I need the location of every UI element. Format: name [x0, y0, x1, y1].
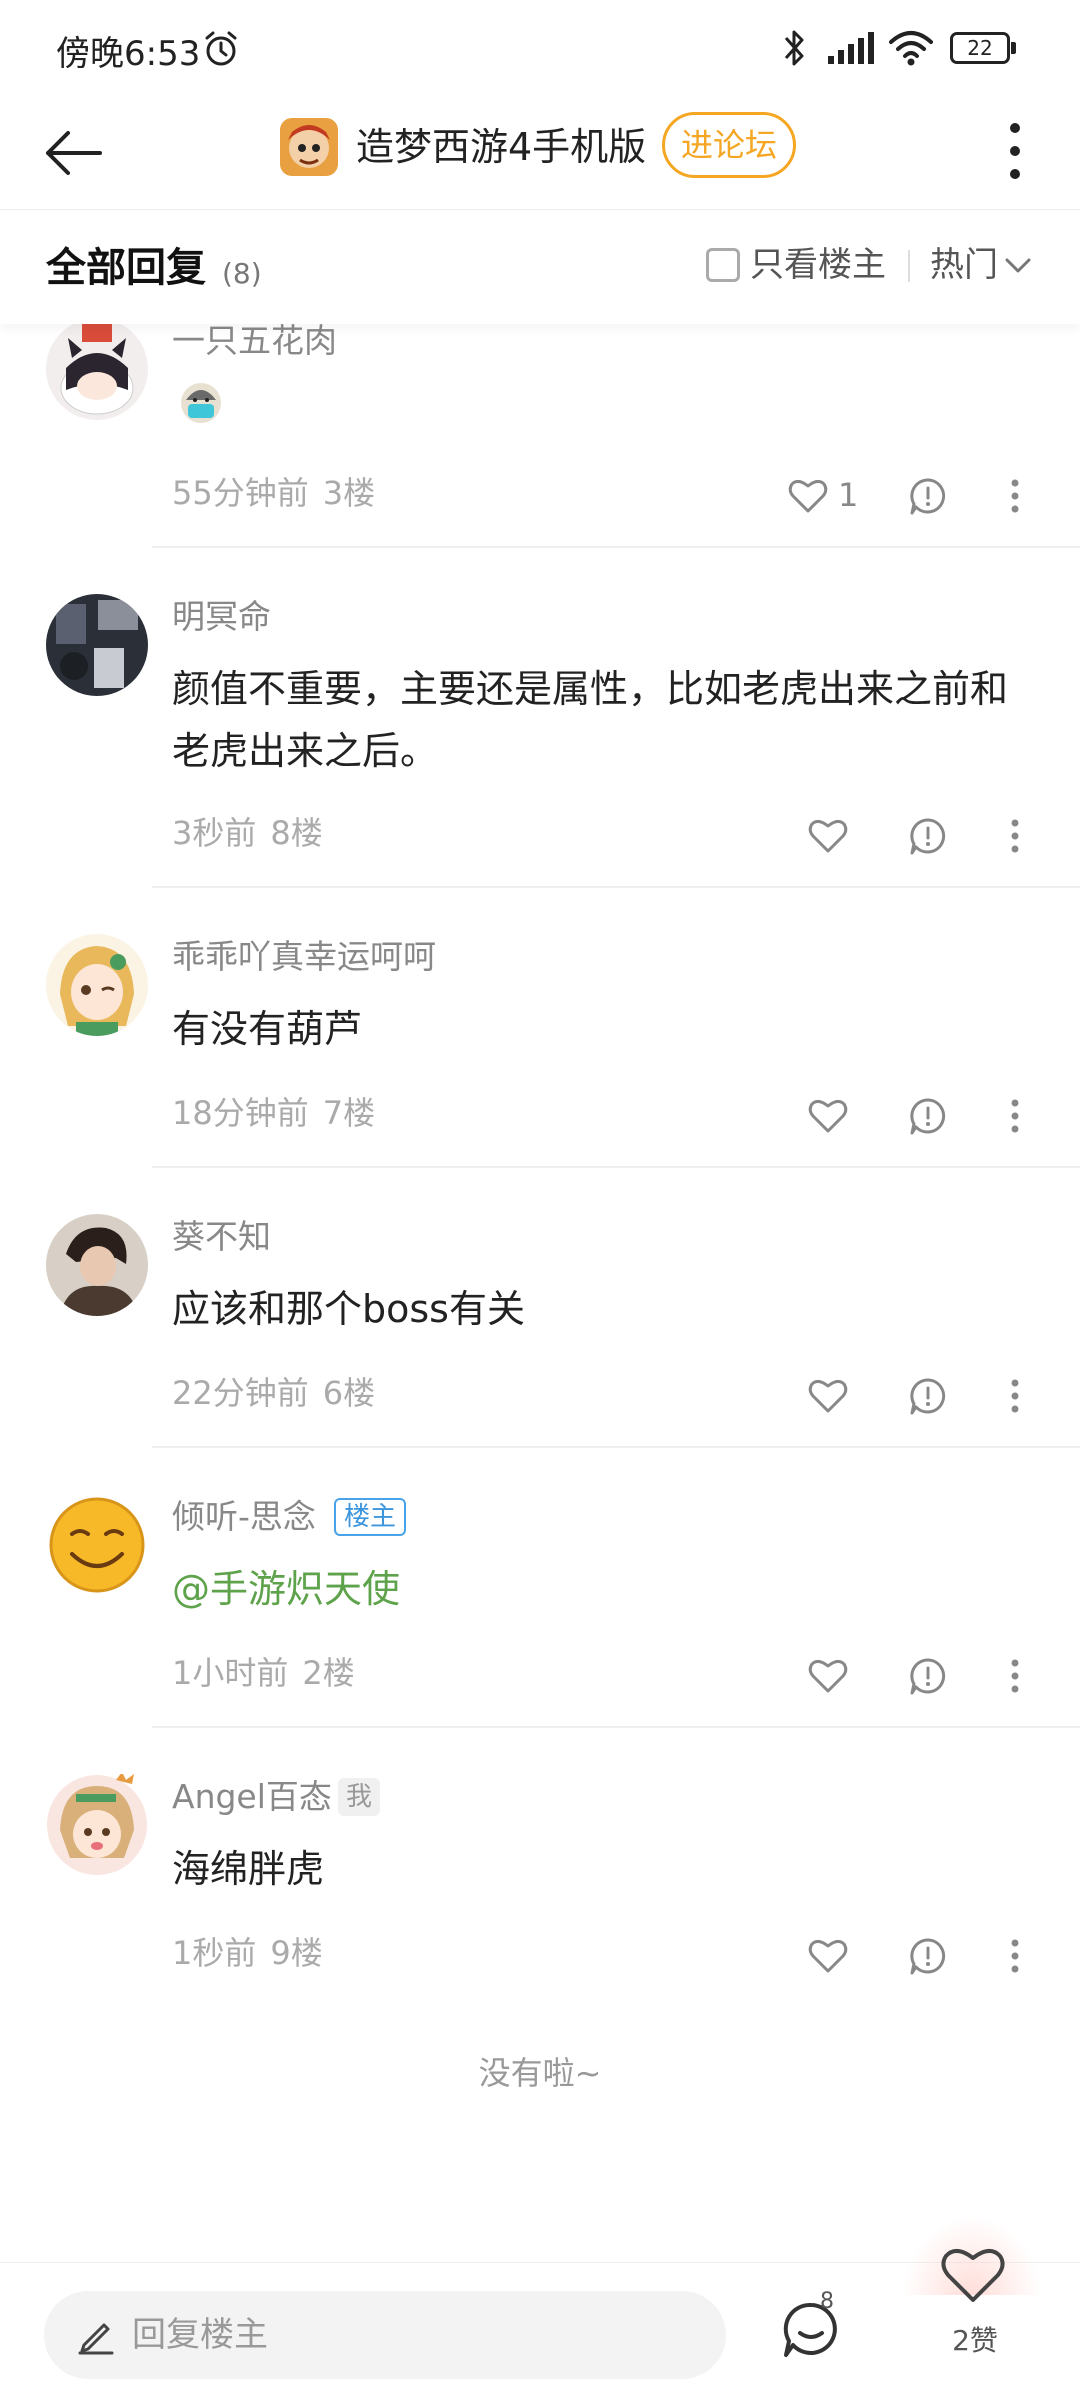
comment-text: 颜值不重要，主要还是属性，比如老虎出来之前和老虎出来之后。: [172, 667, 1009, 773]
comment-item: 葵不知 应该和那个boss有关 22分钟前 6楼: [0, 1168, 1080, 1448]
forum-title[interactable]: 造梦西游4手机版: [356, 120, 646, 174]
reply-bubble-icon[interactable]: [908, 1096, 948, 1136]
comment-username[interactable]: 倾听-思念: [172, 1494, 316, 1540]
comment-floor: 7楼: [322, 1094, 376, 1132]
comment-meta: 1小时前 2楼: [172, 1650, 355, 1696]
end-of-list-text: 没有啦~: [478, 2054, 602, 2092]
comment-more-icon[interactable]: [1009, 1378, 1021, 1414]
comment-more-icon[interactable]: [1009, 1938, 1021, 1974]
reply-input[interactable]: 回复楼主: [44, 2291, 726, 2379]
comment-item: 一只五花肉 55分钟前 3楼 1: [0, 300, 1080, 548]
replies-count: (8): [222, 257, 262, 290]
divider: [908, 250, 910, 282]
status-bar: 傍晚6:53 22: [0, 0, 1080, 96]
comments-count-badge: 8: [820, 2289, 834, 2314]
comment-text: 应该和那个boss有关: [172, 1287, 525, 1331]
comment-floor: 3楼: [322, 474, 376, 512]
comment-floor: 8楼: [270, 814, 323, 852]
comment-username[interactable]: 葵不知: [172, 1214, 271, 1260]
more-options-icon[interactable]: [1000, 116, 1030, 186]
like-icon[interactable]: [808, 1938, 848, 1974]
like-count: 1: [838, 476, 859, 514]
op-only-checkbox[interactable]: [706, 248, 740, 282]
avatar[interactable]: [46, 1214, 148, 1316]
comment-time: 1小时前: [172, 1654, 289, 1692]
comment-item: 明冥命 颜值不重要，主要还是属性，比如老虎出来之前和老虎出来之后。 3秒前 8楼: [0, 548, 1080, 888]
top-nav: 造梦西游4手机版 进论坛: [0, 96, 1080, 210]
reply-placeholder: 回复楼主: [132, 2315, 268, 2355]
reply-bubble-icon[interactable]: [908, 1376, 948, 1416]
like-icon[interactable]: [808, 1378, 848, 1414]
avatar[interactable]: [46, 318, 148, 420]
comment-time: 55分钟前: [172, 474, 309, 512]
reply-bubble-icon[interactable]: [908, 476, 948, 516]
battery-level: 22: [967, 36, 993, 60]
avatar[interactable]: [46, 1494, 148, 1596]
comment-more-icon[interactable]: [1009, 478, 1021, 514]
comment-more-icon[interactable]: [1009, 818, 1021, 854]
like-icon[interactable]: [788, 478, 828, 514]
comment-username[interactable]: 明冥命: [172, 594, 271, 640]
bluetooth-icon: [784, 30, 804, 66]
comment-time: 3秒前: [172, 814, 257, 852]
reply-bubble-icon[interactable]: [908, 1936, 948, 1976]
pen-icon: [78, 2323, 114, 2355]
sticker-image[interactable]: [176, 378, 226, 428]
page: 傍晚6:53 22 造梦西游4手机版 进论坛 全部回复 (8) 只看楼主 热门 …: [0, 0, 1080, 2400]
comment-item: Angel百态 我 海绵胖虎 1秒前 9楼: [0, 1728, 1080, 2008]
comment-floor: 9楼: [270, 1934, 323, 1972]
signal-icon: [828, 32, 874, 64]
battery-indicator: 22: [950, 32, 1016, 64]
comment-item: 乖乖吖真幸运呵呵 有没有葫芦 18分钟前 7楼: [0, 888, 1080, 1168]
comment-mention-link[interactable]: @手游炽天使: [172, 1558, 1032, 1620]
comment-username[interactable]: 乖乖吖真幸运呵呵: [172, 934, 436, 980]
self-badge: 我: [338, 1778, 381, 1816]
comment-time: 18分钟前: [172, 1094, 309, 1132]
like-post-icon[interactable]: [940, 2245, 1006, 2305]
enter-forum-button[interactable]: 进论坛: [662, 112, 796, 178]
avatar[interactable]: [46, 594, 148, 696]
wifi-icon: [889, 31, 933, 66]
comment-text: 有没有葫芦: [172, 1007, 363, 1051]
reply-bubble-icon[interactable]: [908, 1656, 948, 1696]
comment-text: 海绵胖虎: [172, 1847, 325, 1891]
status-time: 傍晚6:53: [56, 34, 201, 74]
chevron-down-icon[interactable]: [1004, 256, 1032, 276]
comment-item: 倾听-思念 楼主 @手游炽天使 1小时前 2楼: [0, 1448, 1080, 1728]
op-only-label[interactable]: 只看楼主: [750, 240, 886, 290]
like-icon[interactable]: [808, 818, 848, 854]
alarm-icon: [205, 31, 237, 66]
comment-time: 22分钟前: [172, 1374, 309, 1412]
likes-count: 2赞: [952, 2324, 998, 2357]
bottom-bar: 回复楼主 8 2赞: [0, 2215, 1080, 2400]
replies-header: 全部回复 (8) 只看楼主 热门: [0, 210, 1080, 324]
battery-tip: [1011, 42, 1016, 54]
avatar[interactable]: [46, 934, 148, 1036]
reply-bubble-icon[interactable]: [908, 816, 948, 856]
comment-meta: 3秒前 8楼: [172, 810, 323, 856]
sort-dropdown[interactable]: 热门: [930, 240, 998, 290]
like-icon[interactable]: [808, 1098, 848, 1134]
comment-floor: 2楼: [302, 1654, 355, 1692]
comment-meta: 22分钟前 6楼: [172, 1370, 375, 1416]
comment-username[interactable]: Angel百态: [172, 1774, 332, 1820]
comment-meta: 55分钟前 3楼: [172, 470, 375, 516]
comment-meta: 18分钟前 7楼: [172, 1090, 375, 1136]
forum-logo-icon: [280, 118, 338, 176]
avatar[interactable]: [46, 1774, 148, 1876]
comment-more-icon[interactable]: [1009, 1098, 1021, 1134]
back-arrow-icon[interactable]: [40, 118, 110, 188]
replies-title: 全部回复: [46, 245, 206, 291]
op-badge: 楼主: [334, 1498, 407, 1536]
comment-username[interactable]: 一只五花肉: [172, 318, 337, 364]
comment-meta: 1秒前 9楼: [172, 1930, 323, 1976]
like-icon[interactable]: [808, 1658, 848, 1694]
comment-time: 1秒前: [172, 1934, 257, 1972]
comment-more-icon[interactable]: [1009, 1658, 1021, 1694]
comment-floor: 6楼: [322, 1374, 376, 1412]
